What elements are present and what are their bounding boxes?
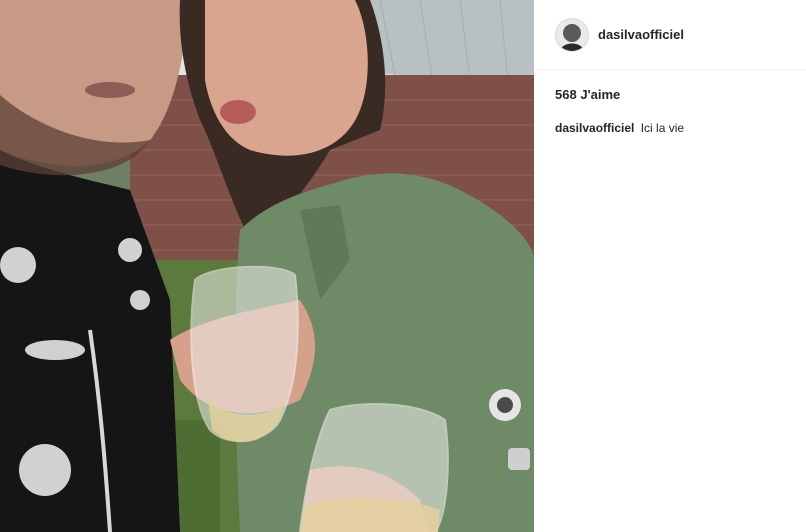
post-sidebar: dasilvaofficiel 568 J'aime dasilvaoffici… <box>534 0 806 532</box>
caption-username[interactable]: dasilvaofficiel <box>555 121 634 135</box>
post-photo[interactable] <box>0 0 534 532</box>
avatar-icon <box>556 18 588 51</box>
likes-number: 568 <box>555 87 577 102</box>
post-caption: dasilvaofficiel Ici la vie <box>555 121 806 135</box>
instagram-post: dasilvaofficiel 568 J'aime dasilvaoffici… <box>0 0 806 532</box>
likes-label: J'aime <box>580 87 621 102</box>
photo-icon <box>0 0 534 532</box>
header-username[interactable]: dasilvaofficiel <box>598 27 684 42</box>
likes-count[interactable]: 568 J'aime <box>555 87 806 102</box>
avatar[interactable] <box>555 17 589 52</box>
caption-text: Ici la vie <box>640 121 685 135</box>
post-header: dasilvaofficiel <box>534 0 806 70</box>
